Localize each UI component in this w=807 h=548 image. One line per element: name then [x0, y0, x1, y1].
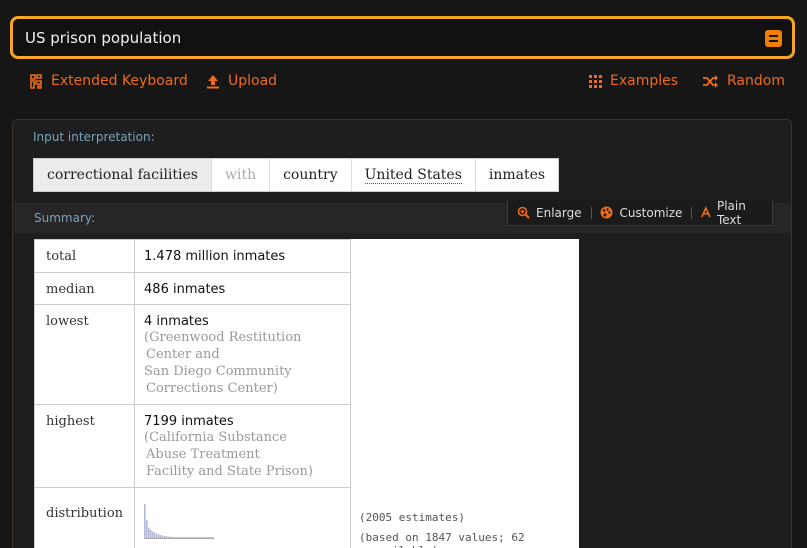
value-detail: San Diego Community: [144, 364, 292, 379]
interpretation-part: country: [269, 159, 351, 191]
keyboard-icon: [30, 73, 42, 89]
table-row: median 486 inmates: [33, 272, 352, 305]
value-detail: (California Substance: [144, 430, 287, 445]
histogram-bar: [146, 520, 148, 538]
histogram-bar: [202, 537, 204, 538]
input-interpretation: correctional facilities with country Uni…: [33, 158, 560, 192]
histogram-bar: [208, 537, 210, 538]
value-detail: Abuse Treatment: [146, 447, 260, 462]
value-main: 4 inmates: [144, 314, 209, 329]
enlarge-label: Enlarge: [536, 205, 582, 220]
row-label: median: [33, 272, 136, 305]
submit-button[interactable]: [765, 30, 782, 47]
row-value: 4 inmates (Greenwood Restitution Center …: [134, 304, 352, 405]
histogram-bar: [198, 537, 200, 538]
shuffle-icon: [703, 74, 718, 88]
histogram-bar: [204, 537, 206, 538]
extended-keyboard-button[interactable]: Extended Keyboard: [29, 70, 188, 92]
examples-label: Examples: [610, 73, 679, 89]
histogram-bar: [166, 536, 168, 538]
value-detail: Facility and State Prison): [146, 464, 313, 479]
histogram-bar: [186, 537, 188, 538]
histogram-bar: [182, 537, 184, 538]
histogram-bar: [158, 534, 160, 538]
plain-text-button[interactable]: Plain Text: [692, 199, 772, 227]
customize-button[interactable]: Customize: [591, 206, 691, 220]
histogram-bar: [170, 536, 172, 538]
row-label: total: [33, 239, 136, 273]
value-main: 7199 inmates: [144, 414, 234, 429]
row-label: lowest: [33, 304, 136, 405]
row-label: highest: [33, 404, 136, 488]
histogram-bar: [184, 537, 186, 538]
histogram-bar: [192, 537, 194, 538]
palette-icon: [600, 206, 613, 219]
histogram-bar: [172, 536, 174, 538]
examples-button[interactable]: Examples: [589, 70, 678, 92]
table-row: total 1.478 million inmates: [33, 239, 352, 273]
row-value: 1.478 million inmates: [134, 239, 352, 273]
row-value: [134, 487, 352, 548]
histogram-bar: [190, 537, 192, 538]
value-detail: (Greenwood Restitution: [144, 330, 302, 345]
plain-text-label: Plain Text: [716, 198, 746, 227]
histogram-bar: [176, 537, 178, 538]
interpretation-part-label: United States: [364, 166, 462, 184]
histogram-bar: [212, 537, 214, 538]
summary-table: total 1.478 million inmates median 486 i…: [33, 239, 352, 548]
histogram-bar: [180, 537, 182, 538]
histogram-bar: [174, 537, 176, 538]
interpretation-part: inmates: [474, 159, 558, 191]
value-detail: Corrections Center): [146, 381, 278, 396]
histogram-bar: [168, 536, 170, 538]
histogram-bar: [196, 537, 198, 538]
summary-result: total 1.478 million inmates median 486 i…: [33, 239, 579, 548]
row-value: 486 inmates: [134, 272, 352, 305]
customize-label: Customize: [619, 205, 683, 220]
histogram-bar: [162, 535, 164, 538]
histogram-bar: [156, 533, 158, 538]
histogram-bar: [164, 536, 166, 538]
histogram-bar: [188, 537, 190, 538]
row-value: 7199 inmates (California Substance Abuse…: [134, 404, 352, 488]
interpretation-part-link[interactable]: United States: [350, 159, 475, 191]
histogram-bar: [144, 504, 146, 538]
zoom-icon: [517, 206, 530, 219]
pod-actions: Enlarge Customize Plain Text: [507, 199, 773, 227]
histogram-bar: [150, 530, 152, 538]
upload-label: Upload: [228, 73, 278, 89]
histogram-bar: [154, 532, 156, 538]
table-row: lowest 4 inmates (Greenwood Restitution …: [33, 304, 352, 405]
histogram-bar: [210, 537, 212, 538]
histogram-bar: [152, 531, 154, 538]
random-button[interactable]: Random: [703, 70, 785, 92]
histogram-bar: [194, 537, 196, 538]
estimates-note: (2005 estimates): [359, 511, 465, 524]
histogram-bar: [148, 527, 150, 538]
histogram-bar: [178, 537, 180, 538]
search-bar: [10, 16, 795, 59]
histogram-bar: [200, 537, 202, 538]
histogram-bar: [206, 537, 208, 538]
histogram-bar: [160, 535, 162, 538]
extended-keyboard-label: Extended Keyboard: [51, 73, 188, 89]
row-label: distribution: [33, 487, 136, 548]
table-row: highest 7199 inmates (California Substan…: [33, 404, 352, 488]
summary-title: Summary:: [34, 211, 96, 225]
enlarge-button[interactable]: Enlarge: [508, 206, 591, 220]
upload-button[interactable]: Upload: [206, 70, 277, 92]
distribution-histogram: [144, 504, 215, 539]
value-detail: Center and: [146, 347, 220, 362]
input-interpretation-title: Input interpretation:: [33, 130, 155, 144]
text-icon: [701, 206, 711, 218]
search-input[interactable]: [25, 27, 725, 49]
interpretation-part: with: [210, 159, 269, 191]
upload-icon: [207, 74, 219, 88]
table-row: distribution: [33, 487, 352, 548]
values-note: (based on 1847 values; 62 unavailable): [359, 531, 525, 548]
interpretation-part: correctional facilities: [34, 159, 211, 191]
grid-icon: [589, 74, 602, 88]
random-label: Random: [727, 73, 785, 89]
results-pod: Input interpretation: correctional facil…: [12, 119, 792, 548]
